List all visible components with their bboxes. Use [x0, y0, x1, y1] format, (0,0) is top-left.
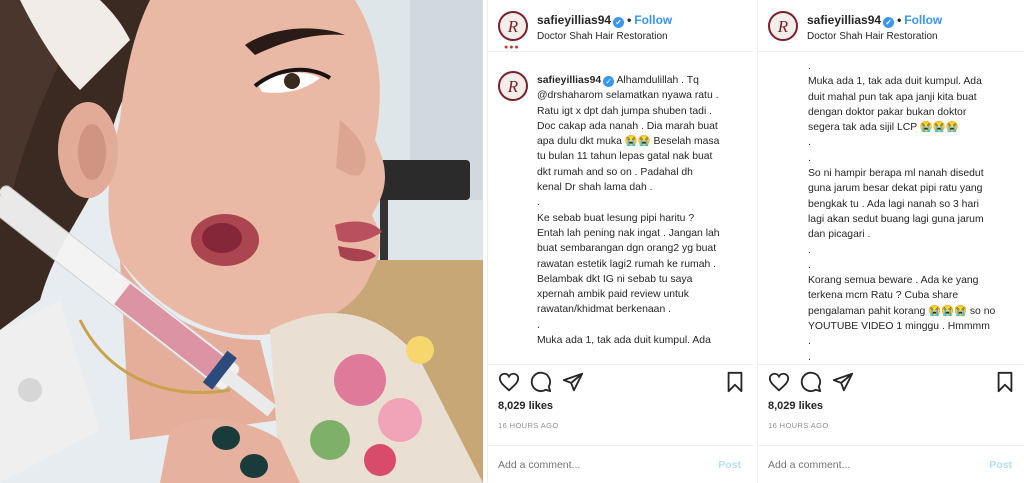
heart-icon[interactable] — [498, 371, 522, 395]
caption-line: Entah lah pening nak ingat . Jangan lah — [537, 227, 720, 239]
photo-illustration — [0, 0, 483, 483]
avatar[interactable]: R — [768, 11, 798, 41]
separator-dot: • — [627, 13, 632, 27]
post-photo — [0, 0, 483, 483]
caption-line: Ke sebab buat lesung pipi haritu ? — [537, 212, 695, 224]
caption-line: bengkak tu . Ada lagi nanah so 3 hari — [808, 198, 979, 210]
caption-line: Belambak dkt IG ni sebab tu saya — [537, 273, 693, 285]
post-timestamp: 16 HOURS AGO — [768, 421, 829, 430]
caption-line: lagi akan sedut buang lagi guna jarum — [808, 213, 984, 225]
comment-box: Post — [758, 445, 1024, 483]
caption-line: buat sembarangan dgn orang2 yg buat — [537, 243, 717, 255]
likes-count[interactable]: 8,029 likes — [768, 400, 823, 412]
caption-line: safieyillias94 ✓ Alhamdulillah . Tq — [537, 73, 745, 88]
separator-dot: • — [897, 13, 902, 27]
bookmark-icon[interactable] — [724, 371, 748, 395]
caption-line: apa dulu dkt muka 😭😭 Beselah masa — [537, 136, 720, 148]
username-row: safieyillias94 ✓ • Follow — [807, 13, 942, 28]
caption-line: . — [808, 259, 811, 271]
follow-button[interactable]: Follow — [904, 13, 942, 27]
caption-line: . — [808, 351, 811, 363]
caption-line: Muka ada 1, tak ada duit kumpul. Ada — [808, 76, 982, 88]
avatar-dots: ●●● — [504, 44, 520, 51]
caption-line: dkt rumah and so on . Padahal dh — [537, 166, 693, 178]
caption-line: terkena mcm Ratu ? Cuba share — [808, 290, 959, 302]
post-timestamp: 16 HOURS AGO — [498, 421, 559, 430]
caption-line: . — [808, 336, 811, 348]
caption-line: . — [537, 197, 540, 209]
caption-avatar[interactable]: R — [498, 71, 528, 101]
username-row: safieyillias94 ✓ • Follow — [537, 13, 672, 28]
username-link[interactable]: safieyillias94 — [807, 13, 881, 27]
verified-badge-icon: ✓ — [613, 17, 625, 28]
caption-line: kenal Dr shah lama dah . — [537, 182, 653, 194]
action-bar: 8,029 likes 16 HOURS AGO Post — [488, 364, 753, 483]
caption-area: R safieyillias94 ✓ Alhamdulillah . Tq @dr… — [488, 53, 753, 363]
share-icon[interactable] — [832, 371, 856, 395]
caption-text: safieyillias94 ✓ Alhamdulillah . Tq @drsh… — [537, 73, 745, 348]
caption-line: segera tak ada sijil LCP 😭😭😭 — [808, 122, 959, 134]
action-bar: 8,029 likes 16 HOURS AGO Post — [758, 364, 1024, 483]
caption-line: . — [808, 137, 811, 149]
avatar-monogram: R — [507, 16, 519, 36]
caption-line: Doc cakap ada nanah . Dia marah buat — [537, 120, 718, 132]
caption-line: . — [808, 61, 811, 72]
avatar-monogram: R — [507, 76, 519, 96]
comment-box: Post — [488, 445, 753, 483]
verified-badge-icon: ✓ — [603, 76, 615, 87]
caption-text: . Muka ada 1, tak ada duit kumpul. Ada d… — [808, 59, 1016, 363]
caption-username[interactable]: safieyillias94 — [537, 75, 601, 86]
verified-badge-icon: ✓ — [883, 17, 895, 28]
username-link[interactable]: safieyillias94 — [537, 13, 611, 27]
caption-line: YOUTUBE VIDEO 1 minggu . Hmmmm — [808, 321, 990, 333]
likes-count[interactable]: 8,029 likes — [498, 400, 553, 412]
comment-input[interactable] — [768, 459, 958, 471]
caption-line: . — [808, 244, 811, 256]
avatar[interactable]: R — [498, 11, 528, 41]
heart-icon[interactable] — [768, 371, 792, 395]
post-header: R safieyillias94 ✓ • Follow Doctor Shah Hai… — [758, 0, 1024, 52]
share-icon[interactable] — [562, 371, 586, 395]
caption-line: . — [537, 319, 540, 331]
caption-line: rawatan estetik lagi2 rumah ke rumah . — [537, 258, 717, 270]
caption-line: @drshaharom selamatkan nyawa ratu . — [537, 90, 719, 102]
location-link[interactable]: Doctor Shah Hair Restoration — [807, 31, 938, 42]
location-link[interactable]: Doctor Shah Hair Restoration — [537, 31, 668, 42]
caption-line: guna jarum besar dekat pipi ratu yang — [808, 183, 983, 195]
post-panel-2: R safieyillias94 ✓ • Follow Doctor Shah Hai… — [757, 0, 1024, 483]
comment-input[interactable] — [498, 459, 688, 471]
comment-icon[interactable] — [530, 371, 554, 395]
post-panel-1: R ●●● safieyillias94 ✓ • Follow Doctor Shah… — [487, 0, 753, 483]
caption-line: . — [808, 152, 811, 164]
caption-line: xpernah ambik paid review untuk — [537, 289, 689, 301]
avatar-monogram: R — [777, 16, 789, 36]
caption-line: rawatan/khidmat berkenaan . — [537, 304, 672, 316]
comment-icon[interactable] — [800, 371, 824, 395]
post-header: R ●●● safieyillias94 ✓ • Follow Doctor Shah… — [488, 0, 753, 52]
caption-area: . Muka ada 1, tak ada duit kumpul. Ada d… — [758, 53, 1024, 363]
caption-line: dengan doktor pakar bukan doktor — [808, 106, 967, 118]
post-comment-button[interactable]: Post — [718, 459, 741, 471]
caption-line: tu bulan 11 tahun lepas gatal nak buat — [537, 151, 713, 163]
caption-line: So ni hampir berapa ml nanah disedut — [808, 168, 984, 180]
caption-line: dan picagari . — [808, 229, 871, 241]
caption-line-text: Alhamdulillah . Tq — [616, 75, 699, 86]
caption-line: Muka ada 1, tak ada duit kumpul. Ada — [537, 335, 711, 347]
caption-line: duit mahal pun tak apa janji kita buat — [808, 91, 977, 103]
caption-line: Korang semua beware . Ada ke yang — [808, 275, 979, 287]
caption-line: Ratu igt x dpt dah jumpa shuben tadi . — [537, 105, 713, 117]
bookmark-icon[interactable] — [994, 371, 1018, 395]
follow-button[interactable]: Follow — [634, 13, 672, 27]
caption-line: pengalaman pahit korang 😭😭😭 so no — [808, 305, 996, 317]
post-comment-button[interactable]: Post — [989, 459, 1012, 471]
